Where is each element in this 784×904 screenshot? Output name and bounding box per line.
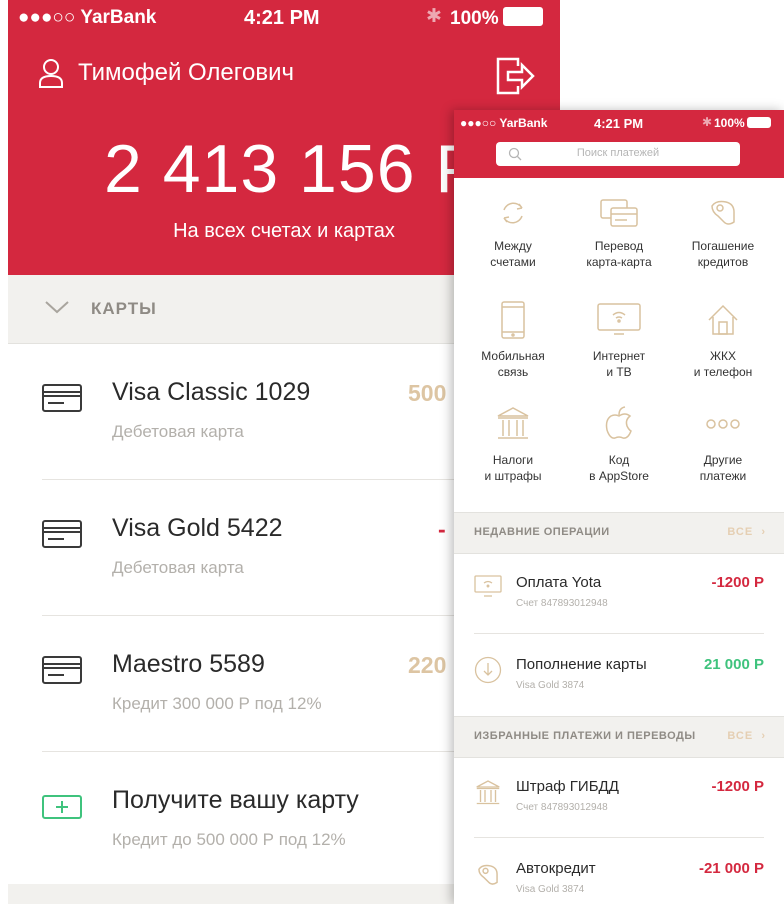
- favorite-title: Автокредит: [516, 860, 596, 877]
- favorite-amount: -1200 Р: [711, 778, 764, 795]
- card-balance: 500: [408, 380, 447, 406]
- search-placeholder: Поиск платежей: [576, 147, 660, 159]
- card-name: Visa Gold 5422: [112, 514, 283, 542]
- more-icon: [706, 419, 740, 429]
- between-accounts-button[interactable]: Между счетами: [458, 196, 568, 270]
- logout-button[interactable]: [494, 56, 536, 101]
- battery-indicator: 100%: [714, 116, 771, 130]
- card-balance: -: [438, 516, 446, 542]
- operation-row[interactable]: Оплата Yota Счет 847893012948 -1200 Р: [454, 554, 784, 634]
- battery-icon: [502, 7, 543, 26]
- favorite-account: Visa Gold 3874: [516, 884, 585, 895]
- card-type: Кредит 300 000 Р под 12%: [112, 694, 322, 713]
- operation-amount: 21 000 Р: [703, 656, 764, 673]
- favorite-amount: -21 000 Р: [698, 860, 764, 877]
- tv-wifi-icon: [474, 575, 502, 597]
- carrier-label: ●●●○○ YarBank: [18, 7, 157, 28]
- car-icon: [711, 200, 735, 225]
- favorite-row[interactable]: Штраф ГИБДД Счет 847893012948 -1200 Р: [454, 758, 784, 838]
- bluetooth-icon: ✱: [426, 6, 442, 27]
- operation-account: Счет 847893012948: [516, 598, 608, 609]
- user-profile[interactable]: Тимофей Олегович: [38, 58, 294, 88]
- operation-title: Оплата Yota: [516, 574, 602, 591]
- battery-indicator: 100%: [450, 7, 543, 30]
- divider: [474, 837, 764, 838]
- get-card-subtitle: Кредит до 500 000 Р под 12%: [112, 830, 346, 849]
- cards-icon: [600, 199, 638, 227]
- battery-icon: [746, 117, 771, 128]
- recent-operations-header: НЕДАВНИЕ ОПЕРАЦИИ ВСЕ ›: [454, 512, 784, 554]
- status-bar: ●●●○○ YarBank 4:21 PM ✱ 100%: [8, 0, 560, 36]
- phone-icon: [501, 301, 525, 339]
- user-icon: [39, 59, 63, 88]
- operation-row[interactable]: Пополнение карты Visa Gold 3874 21 000 Р: [454, 636, 784, 716]
- logout-icon: [496, 57, 535, 95]
- taxes-fines-button[interactable]: Налоги и штрафы: [458, 404, 568, 484]
- favorite-account: Счет 847893012948: [516, 802, 608, 813]
- card-icon: [42, 520, 82, 548]
- add-card-icon: [42, 795, 82, 819]
- card-to-card-button[interactable]: Перевод карта-карта: [564, 196, 674, 270]
- recent-operations-title: НЕДАВНИЕ ОПЕРАЦИИ: [474, 526, 610, 538]
- carrier-label: ●●●○○ YarBank: [460, 116, 548, 130]
- house-icon: [708, 304, 738, 335]
- status-time: 4:21 PM: [594, 116, 644, 131]
- internet-tv-button[interactable]: Интернет и ТВ: [564, 300, 674, 380]
- card-icon: [42, 656, 82, 684]
- utilities-button[interactable]: ЖКХ и телефон: [668, 300, 778, 380]
- payments-header: ●●●○○ YarBank 4:21 PM ✱ 100% Поиск плате…: [454, 110, 784, 178]
- recent-all-link[interactable]: ВСЕ ›: [727, 526, 766, 538]
- status-bar: ●●●○○ YarBank 4:21 PM ✱ 100%: [454, 110, 784, 134]
- operation-title: Пополнение карты: [516, 656, 647, 673]
- mobile-button[interactable]: Мобильная связь: [458, 300, 568, 380]
- card-type: Дебетовая карта: [112, 422, 244, 441]
- payments-screen: ●●●○○ YarBank 4:21 PM ✱ 100% Поиск плате…: [454, 110, 784, 904]
- card-icon: [42, 384, 82, 412]
- card-name: Maestro 5589: [112, 650, 265, 678]
- loan-repayment-button[interactable]: Погашение кредитов: [668, 196, 778, 270]
- bank-icon: [497, 407, 529, 439]
- other-payments-button[interactable]: Другие платежи: [668, 404, 778, 484]
- bluetooth-icon: ✱: [702, 115, 713, 129]
- card-name: Visa Classic 1029: [112, 378, 311, 406]
- download-circle-icon: [474, 656, 502, 684]
- card-balance: 220: [408, 652, 447, 678]
- card-type: Дебетовая карта: [112, 558, 244, 577]
- favorite-title: Штраф ГИБДД: [516, 778, 619, 795]
- favorites-header: ИЗБРАННЫЕ ПЛАТЕЖИ И ПЕРЕВОДЫ ВСЕ ›: [454, 716, 784, 758]
- operation-amount: -1200 Р: [711, 574, 764, 591]
- search-input[interactable]: Поиск платежей: [496, 142, 740, 166]
- tv-wifi-icon: [597, 303, 641, 335]
- apple-icon: [605, 406, 632, 439]
- total-balance: 2 413 156 Р: [104, 131, 482, 207]
- operation-account: Visa Gold 3874: [516, 680, 585, 691]
- status-time: 4:21 PM: [244, 7, 320, 29]
- transfer-arrows-icon: [503, 202, 523, 224]
- cards-section-label: КАРТЫ: [91, 299, 157, 318]
- favorite-row[interactable]: Автокредит Visa Gold 3874 -21 000 Р: [454, 840, 784, 904]
- user-name: Тимофей Олегович: [78, 59, 295, 86]
- favorites-all-link[interactable]: ВСЕ ›: [727, 730, 766, 742]
- get-card-title: Получите вашу карту: [112, 786, 359, 814]
- car-icon: [478, 864, 498, 885]
- chevron-down-icon: [45, 301, 69, 314]
- appstore-code-button[interactable]: Код в AppStore: [564, 404, 674, 484]
- divider: [474, 633, 764, 634]
- favorites-title: ИЗБРАННЫЕ ПЛАТЕЖИ И ПЕРЕВОДЫ: [474, 730, 696, 742]
- bank-icon: [476, 780, 500, 805]
